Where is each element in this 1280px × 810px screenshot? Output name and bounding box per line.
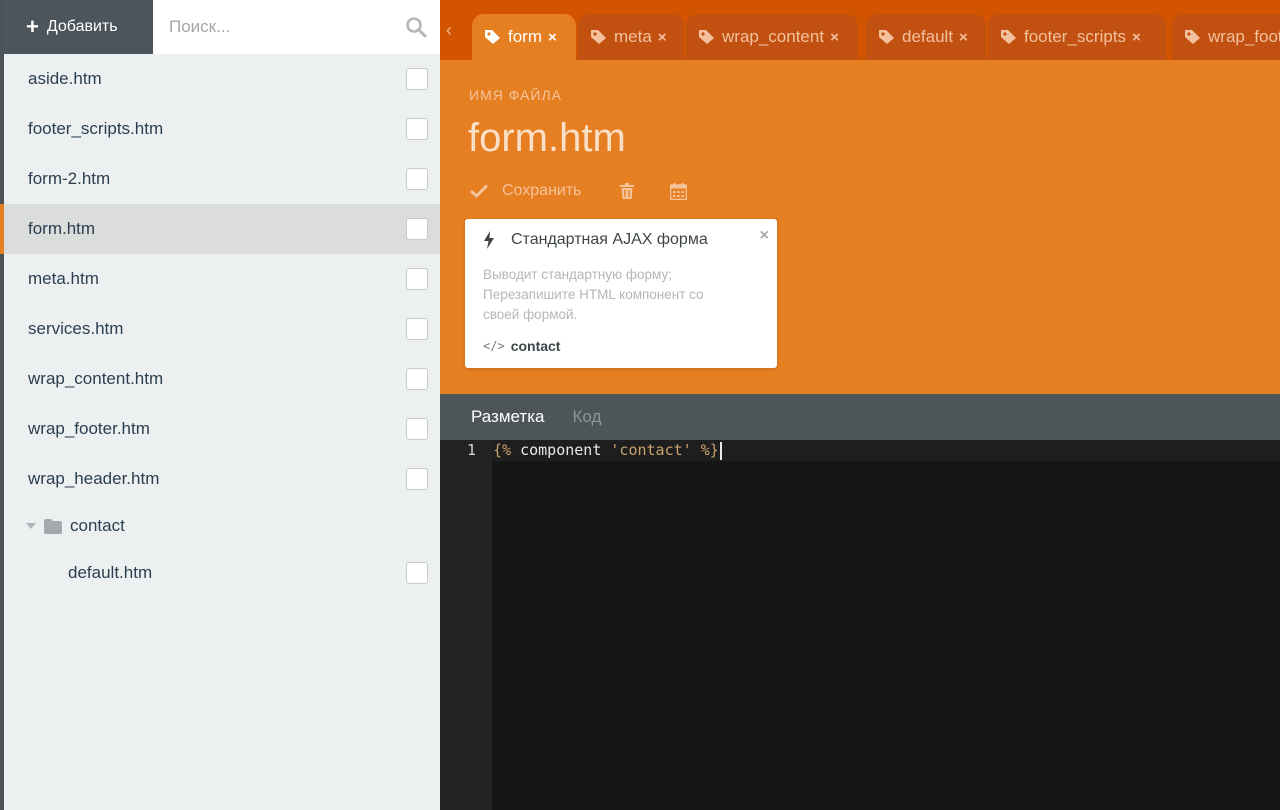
close-icon[interactable]: × [1132, 29, 1141, 46]
tag-icon [1000, 29, 1018, 45]
save-label: Сохранить [502, 182, 582, 199]
tab-label: footer_scripts [1024, 27, 1127, 46]
tab-meta[interactable]: meta × [578, 14, 684, 60]
add-button[interactable]: + Добавить [4, 0, 153, 54]
close-icon[interactable]: × [658, 29, 667, 46]
code-close-tag: %} [691, 441, 719, 459]
code-keyword: component [511, 441, 611, 459]
save-button[interactable]: Сохранить [470, 182, 582, 200]
folder-item-contact[interactable]: contact [4, 504, 440, 548]
text-cursor [719, 441, 722, 460]
line-gutter: 1 [440, 440, 492, 810]
tab-markup[interactable]: Разметка [471, 407, 544, 427]
code-open-tag: {% [493, 441, 512, 459]
close-icon[interactable]: × [760, 227, 769, 245]
file-item[interactable]: footer_scripts.htm [4, 104, 440, 154]
file-checkbox[interactable] [406, 68, 428, 90]
file-name: form.htm [28, 219, 96, 238]
check-icon [470, 184, 488, 198]
editor-tabs: Разметка Код [440, 394, 1280, 440]
code-line[interactable]: {% component 'contact' %} [492, 440, 1280, 461]
tab-label: wrap_footer [1208, 27, 1280, 46]
code-icon: </> [483, 339, 505, 353]
file-name: default.htm [68, 563, 153, 582]
file-checkbox[interactable] [406, 318, 428, 340]
file-checkbox[interactable] [406, 468, 428, 490]
component-alias-label: contact [510, 338, 561, 354]
code-string: 'contact' [610, 441, 692, 459]
trash-icon[interactable] [619, 183, 634, 199]
tag-icon [878, 29, 896, 45]
tag-icon [590, 29, 608, 45]
tag-icon [698, 29, 716, 45]
tab-wrap-content[interactable]: wrap_content × [686, 14, 858, 60]
file-item-active[interactable]: form.htm [0, 204, 440, 254]
file-item[interactable]: services.htm [4, 304, 440, 354]
file-item[interactable]: aside.htm [4, 54, 440, 104]
plus-icon: + [26, 14, 39, 39]
file-item[interactable]: wrap_footer.htm [4, 404, 440, 454]
component-header: Стандартная AJAX форма [483, 231, 708, 249]
component-title: Стандартная AJAX форма [511, 231, 708, 248]
file-name: wrap_header.htm [28, 469, 160, 488]
folder-name: contact [70, 516, 125, 535]
close-icon[interactable]: × [548, 29, 557, 46]
tag-icon [484, 29, 502, 45]
file-checkbox[interactable] [406, 562, 428, 584]
file-name: services.htm [28, 319, 124, 338]
component-description: Выводит стандартную форму; Перезапишите … [483, 267, 704, 322]
tab-wrap-footer[interactable]: wrap_footer [1172, 14, 1280, 60]
file-toolbar: Сохранить [470, 182, 687, 200]
file-item[interactable]: wrap_header.htm [4, 454, 440, 504]
search-input[interactable] [169, 17, 404, 37]
tab-code[interactable]: Код [572, 407, 601, 427]
file-list: aside.htm footer_scripts.htm form-2.htm … [0, 54, 440, 598]
code-editor[interactable]: 1 {% component 'contact' %} [440, 440, 1280, 810]
file-name: wrap_footer.htm [28, 419, 150, 438]
tab-label: form [508, 27, 542, 46]
tab-label: wrap_content [722, 27, 825, 46]
tab-label: default [902, 27, 954, 46]
calendar-icon[interactable] [669, 182, 687, 200]
file-name: footer_scripts.htm [28, 119, 164, 138]
file-checkbox[interactable] [406, 418, 428, 440]
caret-down-icon[interactable] [26, 523, 36, 529]
file-item[interactable]: form-2.htm [4, 154, 440, 204]
component-alias: </> contact [483, 338, 560, 354]
search-icon[interactable] [404, 15, 428, 39]
sidebar: + Добавить aside.htm footer_scripts.htm … [0, 0, 440, 810]
tag-icon [1184, 29, 1202, 45]
tab-footer-scripts[interactable]: footer_scripts × [988, 14, 1166, 60]
tab-label: meta [614, 27, 652, 46]
file-name: wrap_content.htm [28, 369, 164, 388]
file-item[interactable]: wrap_content.htm [4, 354, 440, 404]
close-icon[interactable]: × [830, 29, 839, 46]
close-icon[interactable]: × [959, 29, 968, 46]
search-box [153, 0, 440, 54]
file-checkbox[interactable] [406, 118, 428, 140]
file-checkbox[interactable] [406, 268, 428, 290]
folder-icon [44, 518, 62, 534]
add-button-label: Добавить [46, 18, 118, 35]
line-number: 1 [466, 441, 476, 459]
file-name: aside.htm [28, 69, 102, 88]
tab-form[interactable]: form × [472, 14, 576, 60]
file-header-panel: ИМЯ ФАЙЛА form.htm Сохранить Стандартная… [440, 60, 1280, 394]
file-item[interactable]: default.htm [4, 548, 440, 598]
main-panel: ‹ form × meta × wrap_content × default ×… [440, 0, 1280, 810]
file-name: form-2.htm [28, 169, 111, 188]
chevron-left-icon[interactable]: ‹ [446, 20, 452, 41]
file-item[interactable]: meta.htm [4, 254, 440, 304]
bolt-icon [483, 231, 495, 249]
file-name-title[interactable]: form.htm [468, 116, 626, 161]
tab-default[interactable]: default × [866, 14, 986, 60]
field-label: ИМЯ ФАЙЛА [469, 87, 562, 103]
sidebar-toolbar: + Добавить [4, 0, 440, 54]
component-card[interactable]: Стандартная AJAX форма × Выводит стандар… [465, 219, 777, 368]
file-name: meta.htm [28, 269, 99, 288]
tab-bar: ‹ form × meta × wrap_content × default ×… [440, 0, 1280, 60]
file-checkbox[interactable] [406, 368, 428, 390]
file-checkbox[interactable] [406, 168, 428, 190]
file-checkbox[interactable] [406, 218, 428, 240]
